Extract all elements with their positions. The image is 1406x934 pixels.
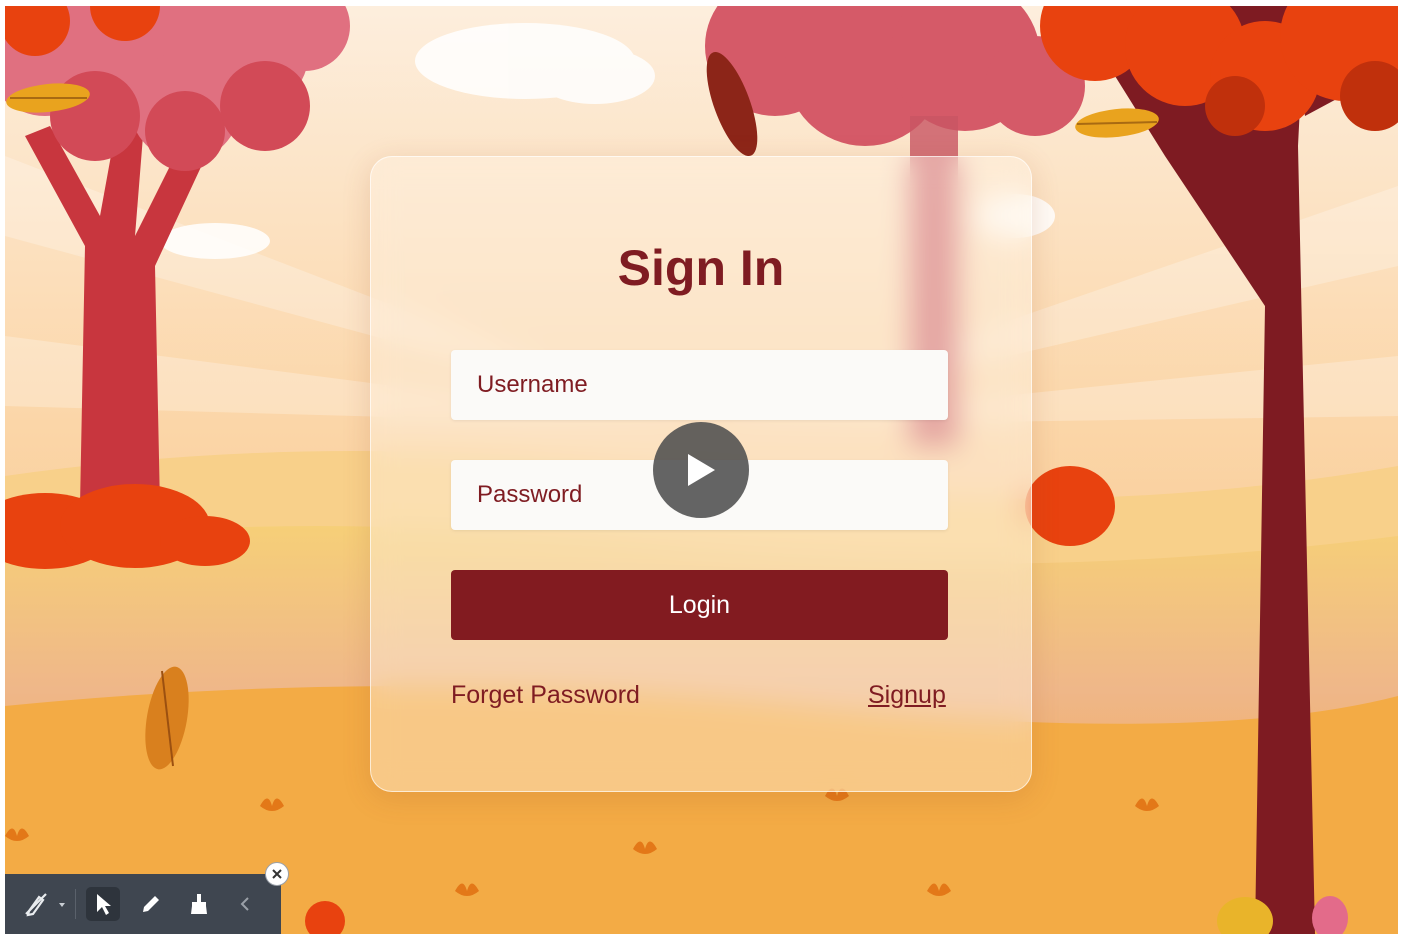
- forget-password-link[interactable]: Forget Password: [451, 681, 640, 710]
- play-icon: [688, 454, 715, 486]
- close-icon[interactable]: [265, 862, 289, 886]
- username-input[interactable]: [451, 350, 948, 420]
- login-button[interactable]: Login: [451, 570, 948, 640]
- video-play-button[interactable]: [653, 422, 749, 518]
- annotation-toolbar: [5, 874, 281, 934]
- signup-link[interactable]: Signup: [868, 681, 946, 710]
- eraser-icon[interactable]: [182, 887, 216, 921]
- dropdown-caret-icon[interactable]: [53, 887, 71, 921]
- page-title: Sign In: [617, 240, 785, 296]
- pointer-icon[interactable]: [86, 887, 120, 921]
- autumn-scene-background: Sign In Login Forget Password Signup: [5, 6, 1398, 934]
- pen-off-icon[interactable]: [19, 887, 53, 921]
- collapse-chevron-icon[interactable]: [228, 887, 262, 921]
- toolbar-divider: [75, 889, 76, 919]
- username-field-container: [451, 350, 948, 420]
- pencil-icon[interactable]: [134, 887, 168, 921]
